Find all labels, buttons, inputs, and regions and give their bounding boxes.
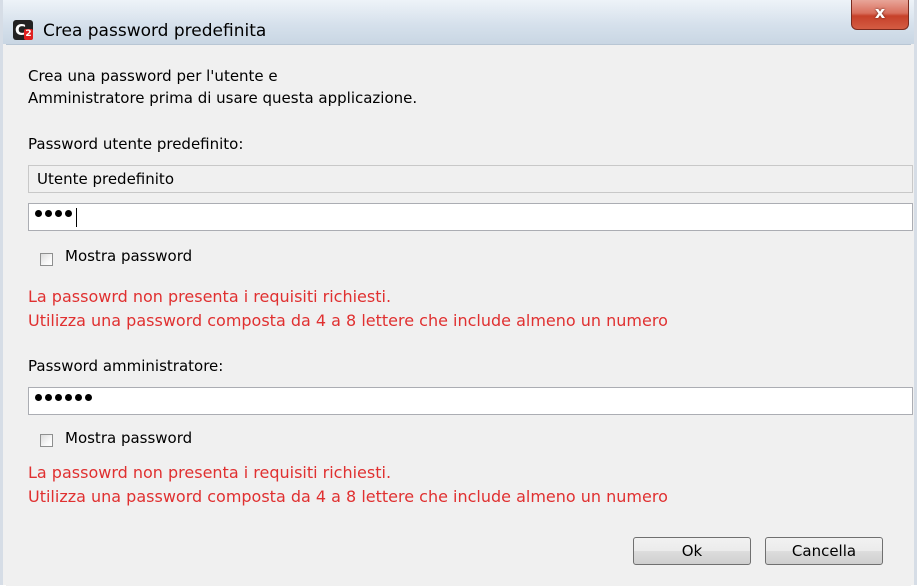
password-dot xyxy=(45,394,52,401)
password-dot xyxy=(35,394,42,401)
title-bar[interactable]: C2 Crea password predefinita x xyxy=(3,0,914,44)
user-password-mask xyxy=(35,210,72,217)
username-value: Utente predefinito xyxy=(37,170,174,188)
dialog-window: C2 Crea password predefinita x Crea una … xyxy=(0,0,917,586)
intro-line-2: Amministratore prima di usare questa app… xyxy=(28,89,418,107)
user-error-line-2: Utilizza una password composta da 4 a 8 … xyxy=(28,311,668,330)
password-dot xyxy=(35,210,42,217)
intro-line-1: Crea una password per l'utente e xyxy=(28,67,278,85)
ok-button[interactable]: Ok xyxy=(633,537,751,565)
admin-password-label: Password amministratore: xyxy=(28,357,224,375)
window-title: Crea password predefinita xyxy=(43,21,267,41)
password-dot xyxy=(45,210,52,217)
admin-show-password-label[interactable]: Mostra password xyxy=(65,429,192,447)
user-password-input[interactable] xyxy=(28,203,913,231)
user-show-password-checkbox[interactable] xyxy=(40,253,53,266)
text-caret xyxy=(76,208,77,227)
admin-password-input[interactable] xyxy=(28,387,913,415)
username-field: Utente predefinito xyxy=(28,165,913,193)
close-button[interactable]: x xyxy=(851,0,909,30)
password-dot xyxy=(85,394,92,401)
user-password-label: Password utente predefinito: xyxy=(28,135,244,153)
app-logo-icon: C2 xyxy=(13,20,33,40)
password-dot xyxy=(55,394,62,401)
dialog-content: Crea una password per l'utente e Amminis… xyxy=(6,44,913,586)
cancel-button[interactable]: Cancella xyxy=(765,537,883,565)
admin-password-mask xyxy=(35,394,92,401)
password-dot xyxy=(65,210,72,217)
password-dot xyxy=(55,210,62,217)
password-dot xyxy=(65,394,72,401)
admin-error-line-2: Utilizza una password composta da 4 a 8 … xyxy=(28,487,668,506)
close-icon: x xyxy=(874,3,886,22)
admin-show-password-checkbox[interactable] xyxy=(40,434,53,447)
password-dot xyxy=(75,394,82,401)
user-show-password-label[interactable]: Mostra password xyxy=(65,247,192,265)
user-error-line-1: La passowrd non presenta i requisiti ric… xyxy=(28,287,392,306)
admin-error-line-1: La passowrd non presenta i requisiti ric… xyxy=(28,463,392,482)
